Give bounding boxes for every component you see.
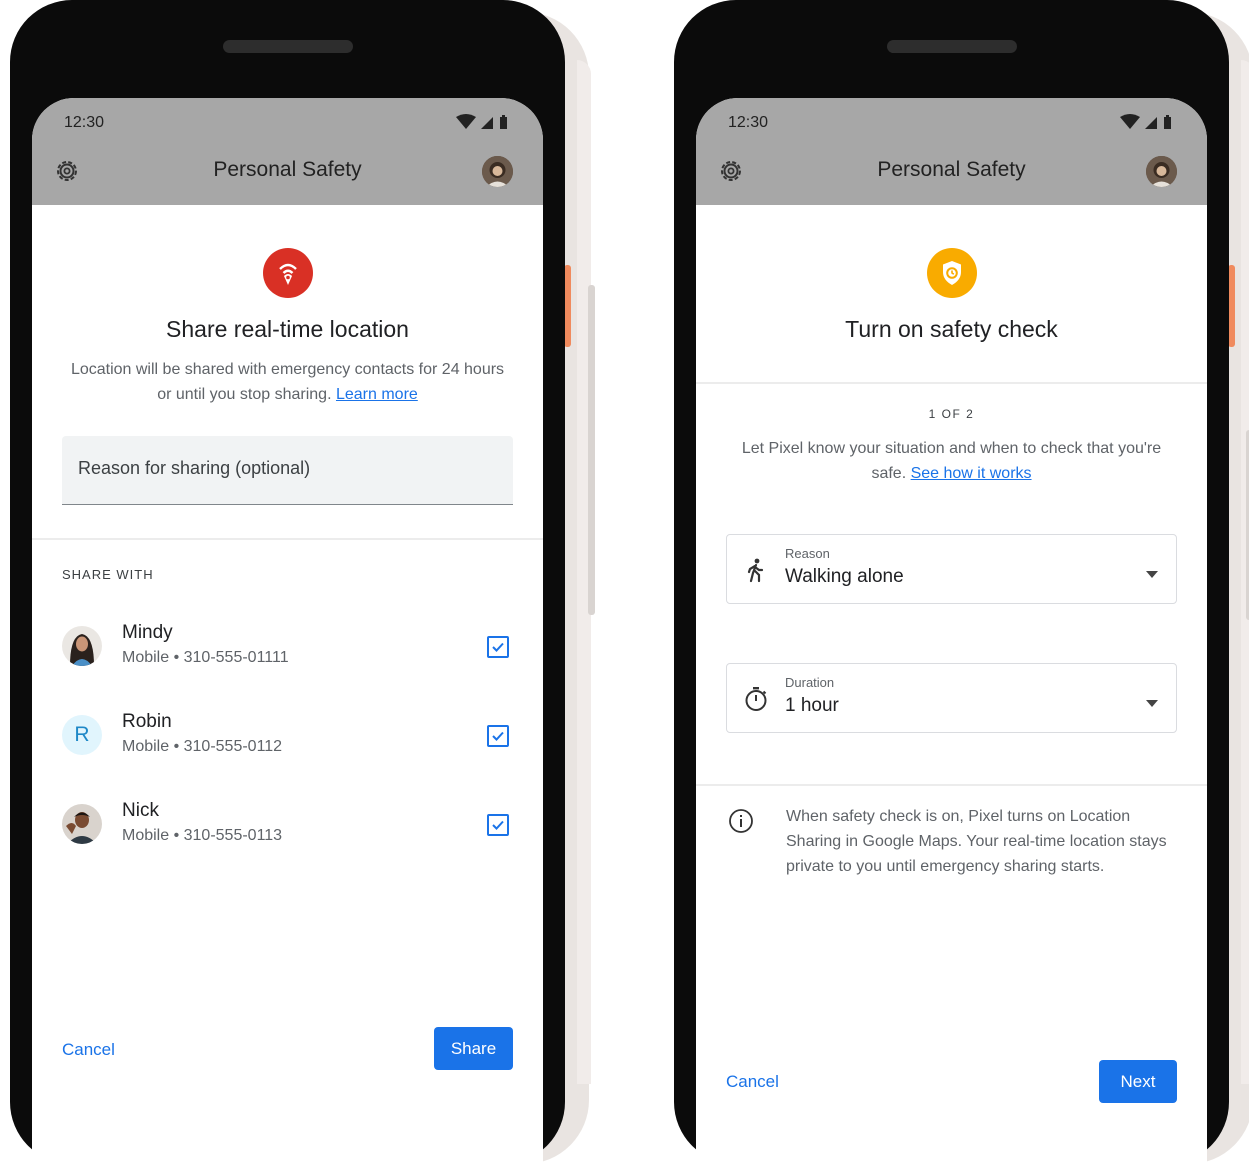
signal-icon (481, 117, 493, 129)
contact-name: Nick (122, 800, 159, 821)
battery-icon (1164, 115, 1171, 129)
volume-button (588, 285, 595, 615)
duration-label: Duration (785, 675, 835, 690)
phone-screen: 12:30 Personal Safety (696, 98, 1207, 1164)
share-location-icon (262, 248, 313, 298)
cancel-button[interactable]: Cancel (726, 1072, 779, 1092)
hero-description-text: Location will be shared with emergency c… (70, 361, 505, 403)
dropdown-arrow-icon (1146, 565, 1158, 583)
intro-text: Let Pixel know your situation and when t… (740, 436, 1163, 486)
divider (696, 784, 1207, 786)
see-how-it-works-link[interactable]: See how it works (911, 465, 1032, 482)
safety-check-shield-icon (926, 248, 977, 298)
checkmark-icon (492, 642, 504, 652)
status-icons (455, 114, 511, 135)
reason-for-sharing-field[interactable]: Reason for sharing (optional) (62, 436, 513, 505)
account-avatar[interactable] (482, 156, 513, 187)
hero-title: Share real-time location (166, 316, 409, 342)
cancel-button[interactable]: Cancel (62, 1040, 115, 1060)
next-button[interactable]: Next (1099, 1060, 1177, 1103)
account-avatar[interactable] (1146, 156, 1177, 187)
status-time: 12:30 (64, 114, 105, 131)
earpiece-speaker (886, 40, 1017, 53)
contact-avatar-photo (62, 626, 102, 666)
contact-name: Mindy (122, 622, 173, 643)
reason-label: Reason (785, 546, 830, 561)
contact-row-mindy[interactable]: Mindy Mobile • 310-555-01111 (62, 616, 513, 676)
battery-icon (500, 115, 507, 129)
divider (32, 538, 543, 540)
info-text: When safety check is on, Pixel turns on … (786, 808, 1167, 875)
learn-more-link[interactable]: Learn more (336, 386, 418, 403)
duration-value: 1 hour (785, 695, 839, 716)
share-button[interactable]: Share (434, 1027, 513, 1070)
contact-checkbox[interactable] (487, 636, 509, 658)
hero-description: Location will be shared with emergency c… (62, 357, 513, 407)
contact-phone: Mobile • 310-555-01111 (122, 649, 289, 666)
reason-value: Walking alone (785, 566, 904, 587)
checkmark-icon (492, 820, 504, 830)
phone-body: 12:30 Personal Safety (674, 0, 1229, 1164)
status-time: 12:30 (728, 114, 769, 131)
phone-body: 12:30 Personal Safety (10, 0, 565, 1164)
left-phone: 12:30 Personal Safety Share real-time lo… (10, 0, 595, 1164)
contact-initial: R (74, 723, 90, 746)
contact-phone: Mobile • 310-555-0112 (122, 738, 283, 755)
timer-icon (743, 686, 769, 712)
earpiece-speaker (222, 40, 353, 53)
contact-checkbox[interactable] (487, 814, 509, 836)
app-bar: 12:30 Personal Safety (696, 98, 1207, 205)
duration-select[interactable]: Duration 1 hour (726, 663, 1177, 733)
power-button (564, 265, 571, 347)
checkmark-icon (492, 731, 504, 741)
contact-checkbox[interactable] (487, 725, 509, 747)
dropdown-arrow-icon (1146, 694, 1158, 712)
signal-icon (1145, 117, 1157, 129)
phone-screen: 12:30 Personal Safety (32, 98, 543, 1164)
app-bar-title: Personal Safety (877, 158, 1026, 181)
contact-avatar-photo (62, 804, 102, 844)
reason-field-placeholder: Reason for sharing (optional) (78, 458, 311, 478)
right-phone: 12:30 Personal Safety Turn on safety che… (674, 0, 1249, 1164)
reason-select[interactable]: Reason Walking alone (726, 534, 1177, 604)
info-icon (728, 808, 754, 834)
contact-row-nick[interactable]: Nick Mobile • 310-555-0113 (62, 794, 513, 854)
wifi-icon (456, 114, 476, 129)
contact-avatar-initial: R (62, 715, 102, 755)
status-icons (1119, 114, 1175, 135)
divider (696, 382, 1207, 384)
share-with-heading: SHARE WITH (62, 567, 154, 582)
app-bar-title: Personal Safety (213, 158, 362, 181)
contact-name: Robin (122, 711, 172, 732)
contact-phone: Mobile • 310-555-0113 (122, 827, 283, 844)
app-bar: 12:30 Personal Safety (32, 98, 543, 205)
hero-title: Turn on safety check (845, 316, 1058, 342)
contact-row-robin[interactable]: R Robin Mobile • 310-555-0112 (62, 705, 513, 765)
wifi-icon (1120, 114, 1140, 129)
power-button (1228, 265, 1235, 347)
walking-person-icon (743, 557, 769, 583)
step-indicator: 1 OF 2 (928, 407, 975, 421)
